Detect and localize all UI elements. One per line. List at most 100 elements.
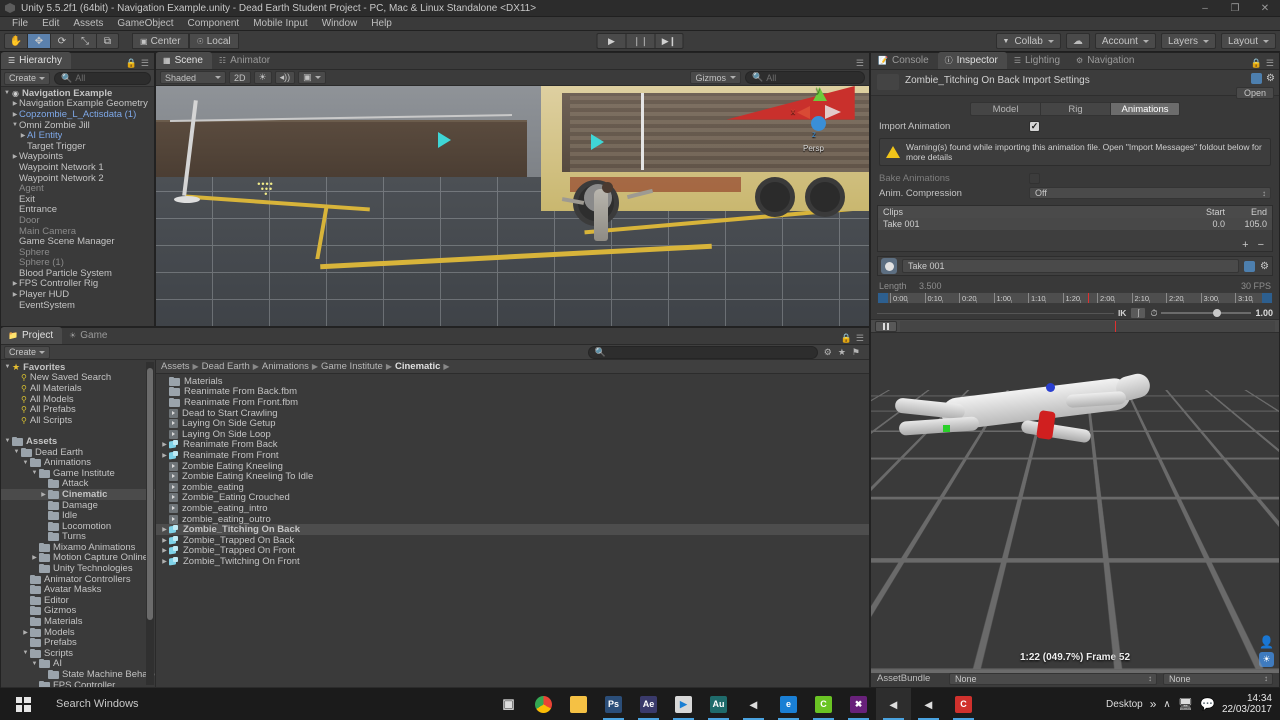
scrollbar-thumb[interactable] <box>147 368 153 620</box>
chevron-right-icon[interactable]: ▶ <box>160 558 169 565</box>
selected-clip-name-field[interactable]: Take 001 <box>902 259 1240 273</box>
project-tree-item[interactable]: Editor <box>1 595 155 606</box>
tab-animations[interactable]: Animations <box>1110 102 1180 116</box>
layout-button[interactable]: Layout <box>1220 33 1276 49</box>
range-start-handle[interactable] <box>878 293 888 303</box>
chevron-down-icon[interactable]: ▼ <box>3 90 11 96</box>
chevron-right-icon[interactable]: ▶ <box>11 153 19 160</box>
taskbar-app-task-view[interactable]: ▣ <box>491 688 526 720</box>
layers-button[interactable]: Layers <box>1160 33 1216 49</box>
project-tree-item[interactable]: Animator Controllers <box>1 574 155 585</box>
scene-audio-toggle-icon[interactable]: ◂)) <box>274 71 296 84</box>
play-button[interactable]: ▶ <box>596 33 626 49</box>
hierarchy-item[interactable]: Sphere (1) <box>1 257 154 268</box>
taskbar-clock[interactable]: 14:34 22/03/2017 <box>1222 693 1272 715</box>
taskbar-app-unity-1[interactable]: ◂ <box>736 688 771 720</box>
scene-lighting-toggle-icon[interactable]: ☀ <box>253 71 272 84</box>
remove-clip-button[interactable]: − <box>1258 239 1264 251</box>
taskbar-app-media-player[interactable]: ▶ <box>666 688 701 720</box>
account-button[interactable]: Account <box>1094 33 1156 49</box>
collab-button[interactable]: ▼ Collab <box>995 33 1061 49</box>
clip-badge-icon[interactable] <box>1244 260 1256 272</box>
project-tree-item[interactable]: ▶ Cinematic <box>1 489 155 500</box>
taskbar-app-unity-2[interactable]: ◂ <box>876 688 911 720</box>
breadcrumb-item[interactable]: Assets <box>161 361 190 372</box>
project-menu-icon[interactable]: ☰ <box>856 333 864 344</box>
taskbar-app-after-effects[interactable]: Ae <box>631 688 666 720</box>
breadcrumb-item[interactable]: Dead Earth <box>202 361 250 372</box>
chevron-down-icon[interactable]: ▼ <box>3 438 12 444</box>
hierarchy-item[interactable]: ▼ Omni Zombie Jill <box>1 120 154 131</box>
hierarchy-search-input[interactable]: 🔍 All <box>54 71 151 85</box>
tab-inspector[interactable]: ⓘ Inspector <box>937 52 1007 69</box>
project-search-input[interactable]: 🔍 <box>587 345 818 359</box>
chevron-right-icon[interactable]: ▶ <box>160 526 169 533</box>
range-end-handle[interactable] <box>1262 293 1272 303</box>
ruler-playhead[interactable] <box>1088 293 1089 303</box>
hierarchy-item[interactable]: Game Scene Manager <box>1 236 154 247</box>
clip-timeline-ruler[interactable]: 0:00 0:10 0:20 1:00 1:10 1:20 2:00 2:10 2:20 3:00… <box>877 292 1273 304</box>
asset-row[interactable]: ▶ Zombie_Trapped On Front <box>156 545 869 556</box>
hierarchy-item[interactable]: Target Trigger <box>1 141 154 152</box>
taskbar-app-file-explorer[interactable] <box>561 688 596 720</box>
taskbar-app-photoshop[interactable]: Ps <box>596 688 631 720</box>
project-tree-item[interactable]: ▼ Scripts <box>1 648 155 659</box>
scene-2d-toggle[interactable]: 2D <box>229 71 251 84</box>
clock-icon[interactable]: ⏱ <box>1150 308 1157 319</box>
start-button[interactable] <box>0 688 46 720</box>
anim-compression-dropdown[interactable]: Off <box>1029 187 1271 199</box>
project-asset-pane[interactable]: Assets ▶ Dead Earth ▶ Animations ▶ Game Instit… <box>156 360 869 687</box>
menu-assets[interactable]: Assets <box>66 17 110 31</box>
move-tool-icon[interactable]: ✥ <box>27 33 50 49</box>
project-label-icon[interactable]: ⚑ <box>852 347 860 358</box>
chevron-right-icon[interactable]: ▶ <box>160 452 169 459</box>
scale-tool-icon[interactable]: ⤡ <box>73 33 96 49</box>
hierarchy-item[interactable]: ▶ Waypoints <box>1 151 154 162</box>
hierarchy-item[interactable]: ▼ ◉ Navigation Example <box>1 88 154 99</box>
step-button[interactable]: ▶❙ <box>654 33 684 49</box>
maximize-button[interactable]: ❐ <box>1220 0 1250 17</box>
tab-hierarchy[interactable]: ☰ Hierarchy <box>1 52 71 69</box>
project-tree-item[interactable]: Gizmos <box>1 605 155 616</box>
tab-model[interactable]: Model <box>970 102 1040 116</box>
asset-row[interactable]: ▶ Zombie_Titching On Back <box>156 524 869 535</box>
chevron-right-icon[interactable]: ▶ <box>160 547 169 554</box>
scene-menu-icon[interactable]: ☰ <box>856 58 864 69</box>
assetbundle-variant-dropdown[interactable]: None <box>1163 672 1273 685</box>
chevron-up-icon[interactable]: ∧ <box>1163 699 1170 710</box>
project-tree-item[interactable]: Damage <box>1 500 155 511</box>
scene-gizmos-dropdown[interactable]: Gizmos <box>690 71 741 84</box>
menu-file[interactable]: File <box>5 17 35 31</box>
lock-icon[interactable]: 🔒 <box>126 58 137 69</box>
project-tree-item[interactable]: ▼ ★ Favorites <box>1 362 155 373</box>
scene-effects-toggle-icon[interactable]: ▣ <box>298 71 326 84</box>
project-tree-item[interactable]: ▼ Dead Earth <box>1 447 155 458</box>
chevron-right-icon[interactable]: ▶ <box>11 100 19 107</box>
avatar-icon[interactable]: 👤 <box>1259 635 1274 649</box>
asset-row[interactable]: Zombie_Eating Crouched <box>156 492 869 503</box>
tab-navigation[interactable]: ⚙ Navigation <box>1069 52 1143 69</box>
project-tree-pane[interactable]: ▼ ★ Favorites ⚲ New Saved Search ⚲ All Materia… <box>1 360 156 687</box>
project-create-button[interactable]: Create <box>4 345 51 359</box>
taskbar-app-edge[interactable]: e <box>771 688 806 720</box>
chevron-down-icon[interactable]: ▼ <box>11 122 19 128</box>
chevron-right-icon[interactable]: ▶ <box>19 132 27 139</box>
pivot-rotation-button[interactable]: ☉ Local <box>188 33 239 49</box>
gear-icon[interactable]: ⚙ <box>1266 73 1275 84</box>
chevron-down-icon[interactable]: ▼ <box>12 449 21 455</box>
lighting-preview-icon[interactable]: ☀ <box>1259 652 1274 667</box>
menu-gameobject[interactable]: GameObject <box>110 17 180 31</box>
network-icon[interactable]: 🖥 <box>1178 697 1193 711</box>
inspector-menu-icon[interactable]: ☰ <box>1266 58 1274 69</box>
desktop-label[interactable]: Desktop <box>1106 699 1143 710</box>
preview-scrub-track[interactable] <box>900 320 1275 332</box>
taskbar-app-camtasia[interactable]: C <box>806 688 841 720</box>
project-tree-item[interactable]: ▼ Animations <box>1 457 155 468</box>
project-tree-item[interactable]: Idle <box>1 510 155 521</box>
chevron-right-icon[interactable]: ▶ <box>160 441 169 448</box>
close-button[interactable]: ✕ <box>1250 0 1280 17</box>
asset-row[interactable]: Zombie Eating Kneeling <box>156 461 869 472</box>
project-tree-item[interactable]: FPS Controller <box>1 680 155 687</box>
chevron-down-icon[interactable]: ▼ <box>21 460 30 466</box>
hierarchy-item[interactable]: EventSystem <box>1 300 154 311</box>
